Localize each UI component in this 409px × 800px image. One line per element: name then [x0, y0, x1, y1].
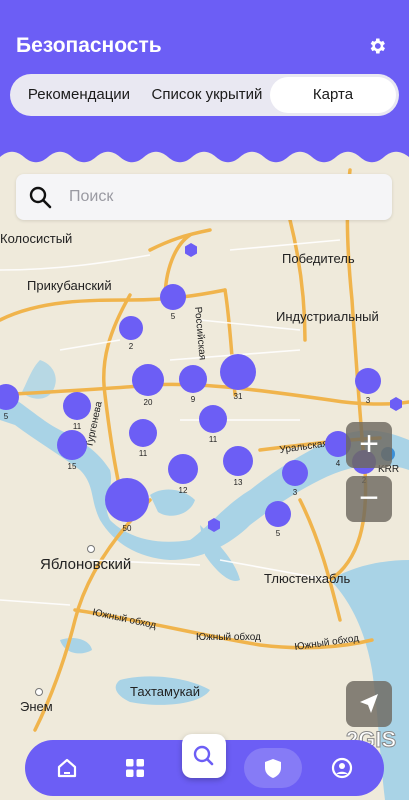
cluster-count-label: 2 — [129, 342, 134, 351]
page-title: Безопасность — [16, 34, 162, 57]
cluster-count-label: 5 — [4, 412, 9, 421]
label-tlyustenkhabl: Тлюстенхабль — [264, 571, 350, 586]
shelter-cluster[interactable] — [132, 364, 164, 396]
search-input[interactable]: Поиск — [69, 188, 113, 206]
cluster-count-label: 50 — [123, 524, 132, 533]
shelter-cluster[interactable] — [223, 446, 253, 476]
cluster-count-label: 11 — [139, 449, 148, 458]
shelter-cluster[interactable] — [355, 368, 381, 394]
label-yuzhny-3: Южный обход — [294, 632, 360, 653]
cluster-count-label: 3 — [366, 396, 371, 405]
shelter-cluster[interactable] — [57, 430, 87, 460]
zoom-in-button[interactable]: + — [346, 422, 392, 468]
shelter-cluster[interactable] — [160, 284, 186, 310]
label-rossiyskaya: Российская — [192, 306, 208, 360]
label-industrialny: Индустриальный — [276, 309, 379, 324]
zoom-out-button[interactable]: − — [346, 476, 392, 522]
label-yuzhny-2: Южный обход — [196, 631, 261, 643]
grid-icon[interactable] — [115, 748, 155, 788]
label-yuzhny-1: Южный обход — [91, 606, 157, 631]
locate-button[interactable] — [346, 681, 392, 727]
search-bar[interactable]: Поиск — [16, 174, 392, 220]
cluster-count-label: 13 — [234, 478, 243, 487]
shelter-cluster[interactable] — [179, 365, 207, 393]
tab-shelter-list[interactable]: Список укрытий — [144, 74, 270, 116]
shelter-cluster[interactable] — [63, 392, 91, 420]
cluster-count-label: 5 — [171, 312, 176, 321]
shelter-cluster[interactable] — [168, 454, 198, 484]
shelter-marker — [185, 243, 197, 257]
label-prikubansky: Прикубанский — [27, 278, 112, 293]
shield-icon[interactable] — [253, 748, 293, 788]
header: Безопасность Рекомендации Список укрытий… — [0, 0, 409, 170]
tab-map[interactable]: Карта — [270, 77, 396, 113]
label-pobeditel: Победитель — [282, 251, 355, 266]
search-fab[interactable] — [182, 734, 226, 778]
search-icon — [29, 186, 52, 209]
label-takhtamukay: Тахтамукай — [130, 684, 200, 699]
navigation-arrow-icon — [360, 694, 378, 713]
segmented-control: Рекомендации Список укрытий Карта — [10, 74, 399, 116]
cluster-count-label: 20 — [144, 398, 153, 407]
shelter-cluster[interactable] — [220, 354, 256, 390]
cluster-count-label: 5 — [276, 529, 281, 538]
shelter-cluster[interactable] — [129, 419, 157, 447]
shelter-cluster[interactable] — [199, 405, 227, 433]
cluster-count-label: 11 — [209, 435, 218, 444]
home-icon[interactable] — [47, 748, 87, 788]
shelter-cluster[interactable] — [282, 460, 308, 486]
gear-icon[interactable] — [367, 36, 387, 56]
label-yablonovsky: Яблоновский — [40, 556, 131, 573]
search-icon — [193, 745, 214, 766]
label-kolosisty: Колосистый — [0, 231, 72, 246]
label-enem: Энем — [20, 699, 53, 714]
cluster-count-label: 12 — [179, 486, 188, 495]
shelter-cluster[interactable] — [265, 501, 291, 527]
locality-dot — [35, 688, 43, 696]
locality-dot — [87, 545, 95, 553]
cluster-count-label: 15 — [68, 462, 77, 471]
shelter-marker — [390, 397, 402, 411]
cluster-count-label: 31 — [234, 392, 243, 401]
cluster-count-label: 3 — [293, 488, 298, 497]
cluster-count-label: 4 — [336, 459, 341, 468]
profile-icon[interactable] — [322, 748, 362, 788]
shelter-cluster[interactable] — [105, 478, 149, 522]
shelter-cluster[interactable] — [119, 316, 143, 340]
cluster-count-label: 9 — [191, 395, 196, 404]
tab-recommendations[interactable]: Рекомендации — [14, 74, 144, 116]
cluster-count-label: 11 — [73, 422, 82, 431]
